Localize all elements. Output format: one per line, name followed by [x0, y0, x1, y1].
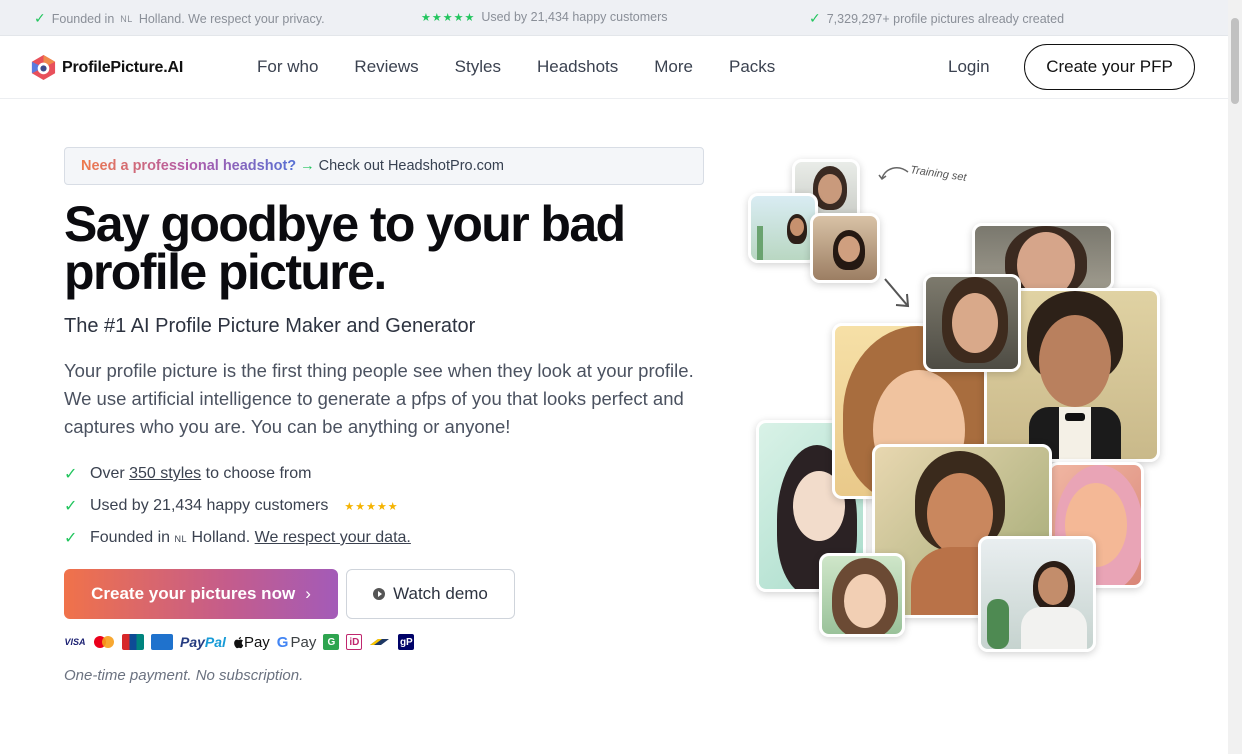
nav-more[interactable]: More — [654, 57, 693, 77]
paypal-word-a: Pay — [180, 634, 205, 650]
trust-founded-tail: Holland. We respect your privacy. — [138, 11, 325, 26]
amex-icon — [151, 634, 173, 650]
payment-methods: VISA Pay Pal Pay G Pay G iD gP — [64, 633, 415, 651]
promo-link[interactable]: Check out HeadshotPro.com — [319, 158, 504, 174]
feature-styles-post: to choose from — [205, 465, 312, 482]
page-title: Say goodbye to your bad profile picture. — [64, 196, 626, 300]
intro-paragraph: Your profile picture is the first thing … — [64, 360, 694, 437]
trust-founded-text: Founded in — [51, 11, 115, 26]
trust-founded: ✓ Founded in NL Holland. We respect your… — [34, 10, 325, 27]
feature-styles: ✓ Over 350 styles to choose from — [64, 458, 411, 490]
create-pfp-button[interactable]: Create your PFP — [1024, 44, 1195, 90]
login-link[interactable]: Login — [948, 57, 990, 77]
feature-customers-text: Used by 21,434 happy customers — [90, 497, 329, 514]
privacy-link[interactable]: We respect your data. — [255, 529, 411, 546]
training-photo-3 — [810, 213, 880, 283]
check-icon: ✓ — [64, 466, 78, 483]
google-pay-icon: G Pay — [276, 633, 317, 651]
brand-logo[interactable]: ProfilePicture.AI — [30, 54, 183, 81]
check-icon: ✓ — [64, 530, 78, 547]
promo-highlight: Need a professional headshot? — [81, 158, 297, 174]
play-icon — [373, 588, 386, 600]
portrait-small-top — [923, 274, 1021, 372]
nav-reviews[interactable]: Reviews — [354, 57, 418, 77]
scrollbar-thumb[interactable] — [1231, 18, 1239, 104]
bancontact-icon — [369, 634, 391, 650]
create-pictures-button[interactable]: Create your pictures now › — [64, 569, 338, 619]
check-icon: ✓ — [809, 10, 821, 26]
nav-for-who[interactable]: For who — [257, 57, 318, 77]
feature-founded-mid: Holland. — [191, 529, 251, 546]
check-icon: ✓ — [34, 10, 46, 26]
portrait-anime-small — [819, 553, 905, 637]
nav-styles[interactable]: Styles — [455, 57, 501, 77]
watch-demo-button[interactable]: Watch demo — [346, 569, 515, 619]
portrait-cafe — [978, 536, 1096, 652]
paypal-icon: Pay Pal — [180, 634, 226, 650]
country-code: NL — [174, 534, 188, 544]
star-rating-icon: ★★★★★ — [421, 11, 476, 24]
site-header: ProfilePicture.AI For who Reviews Styles… — [0, 37, 1228, 99]
create-pictures-label: Create your pictures now — [91, 584, 296, 603]
feature-founded: ✓ Founded in NL Holland. We respect your… — [64, 522, 411, 554]
country-code: NL — [120, 13, 133, 24]
apple-pay-word: Pay — [243, 633, 270, 651]
brand-name: ProfilePicture.AI — [62, 58, 184, 76]
training-set-label: Training set — [909, 164, 968, 184]
payment-note: One-time payment. No subscription. — [64, 667, 304, 684]
unionpay-icon — [122, 634, 144, 650]
star-rating-icon: ★★★★★ — [344, 500, 399, 513]
chevron-right-icon: › — [305, 584, 311, 603]
trust-customers: ★★★★★ Used by 21,434 happy customers — [421, 10, 668, 24]
watch-demo-label: Watch demo — [393, 584, 488, 603]
trust-created: ✓ 7,329,297+ profile pictures already cr… — [809, 10, 1064, 27]
feature-styles-pre: Over — [90, 465, 125, 482]
feature-customers: ✓ Used by 21,434 happy customers ★★★★★ — [64, 490, 411, 522]
check-icon: ✓ — [64, 498, 78, 515]
headshot-promo-banner[interactable]: Need a professional headshot? → Check ou… — [64, 147, 704, 185]
trust-bar: ✓ Founded in NL Holland. We respect your… — [0, 0, 1228, 36]
apple-icon — [234, 636, 244, 648]
curved-arrow-icon — [878, 167, 909, 181]
trust-customers-text: Used by 21,434 happy customers — [481, 10, 668, 24]
visa-icon: VISA — [64, 637, 86, 647]
main-nav: For who Reviews Styles Headshots More Pa… — [257, 57, 811, 77]
feature-founded-pre: Founded in — [90, 529, 171, 546]
feature-list: ✓ Over 350 styles to choose from ✓ Used … — [64, 458, 411, 554]
styles-link[interactable]: 350 styles — [129, 465, 201, 482]
page-scrollbar[interactable] — [1228, 0, 1242, 754]
arrow-down-right-icon — [884, 278, 910, 308]
nav-headshots[interactable]: Headshots — [537, 57, 618, 77]
apple-pay-icon: Pay — [233, 633, 270, 651]
ideal-icon: iD — [346, 634, 363, 650]
giropay-g-icon: G — [323, 634, 340, 650]
logo-icon — [31, 54, 56, 81]
nav-packs[interactable]: Packs — [729, 57, 775, 77]
mastercard-icon — [93, 634, 115, 650]
trust-created-text: 7,329,297+ profile pictures already crea… — [826, 11, 1065, 26]
arrow-right-icon: → — [300, 158, 315, 174]
giropay-icon: gP — [398, 634, 415, 650]
paypal-word-b: Pal — [204, 634, 226, 650]
google-pay-word: Pay — [290, 633, 317, 651]
training-photo-2 — [748, 193, 818, 263]
page-subtitle: The #1 AI Profile Picture Maker and Gene… — [64, 315, 476, 337]
